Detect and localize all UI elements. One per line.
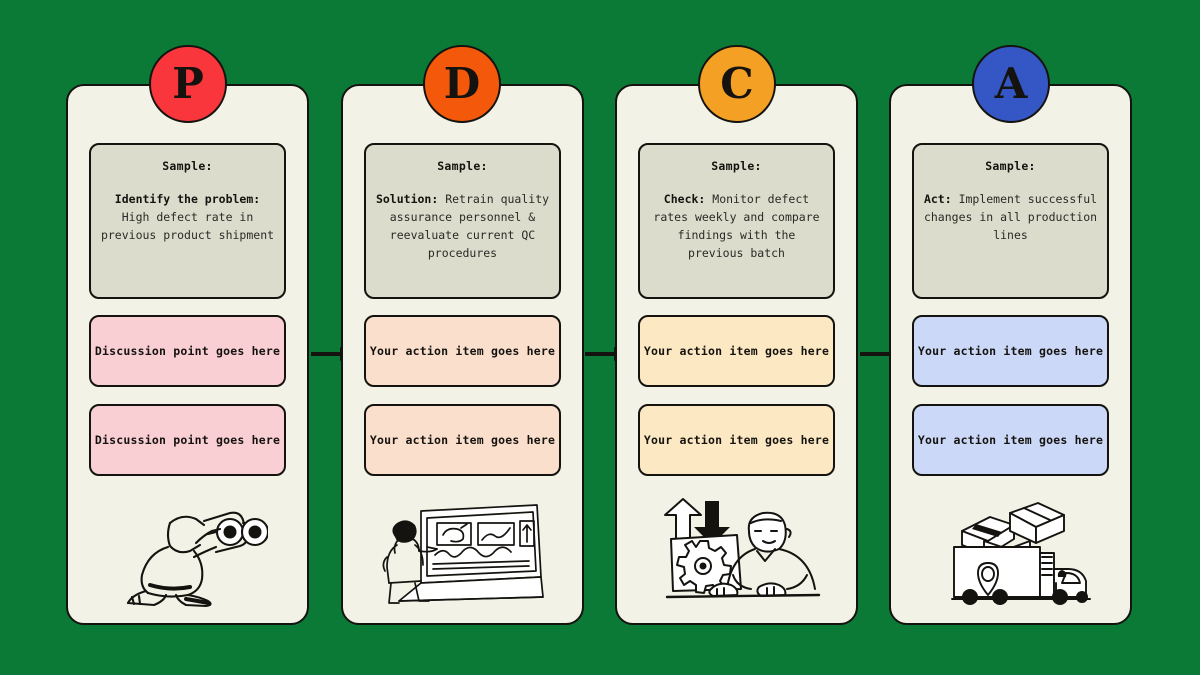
sample-box: Sample: Act: Implement successful change… bbox=[912, 143, 1109, 299]
action-item-box[interactable]: Your action item goes here bbox=[912, 404, 1109, 476]
stage-badge-letter: A bbox=[994, 59, 1028, 108]
sample-box: Sample: Check: Monitor defect rates week… bbox=[638, 143, 835, 299]
delivery-truck-with-boxes-icon bbox=[916, 491, 1106, 609]
action-item-box[interactable]: Discussion point goes here bbox=[89, 315, 286, 387]
action-item-box[interactable]: Your action item goes here bbox=[638, 404, 835, 476]
pdca-diagram-board: P Sample: Identify the problem: High def… bbox=[0, 0, 1200, 675]
stage-badge-d[interactable]: D bbox=[423, 45, 501, 123]
sample-body: Act: Implement successful changes in all… bbox=[922, 190, 1099, 244]
stage-column-c: Sample: Check: Monitor defect rates week… bbox=[615, 84, 858, 625]
sample-label: Act: bbox=[923, 192, 952, 206]
sample-title: Sample: bbox=[437, 159, 488, 173]
stage-badge-letter: D bbox=[443, 59, 481, 108]
stage-badge-c[interactable]: C bbox=[698, 45, 776, 123]
pdca-columns: P Sample: Identify the problem: High def… bbox=[0, 0, 1200, 675]
action-item-box[interactable]: Discussion point goes here bbox=[89, 404, 286, 476]
action-item-box[interactable]: Your action item goes here bbox=[364, 404, 561, 476]
stage-badge-letter: C bbox=[720, 59, 754, 108]
stage-badge-letter: P bbox=[172, 59, 204, 108]
sample-box: Sample: Identify the problem: High defec… bbox=[89, 143, 286, 299]
sample-title: Sample: bbox=[985, 159, 1036, 173]
sample-box: Sample: Solution: Retrain quality assura… bbox=[364, 143, 561, 299]
sample-label: Check: bbox=[663, 192, 706, 206]
sample-title: Sample: bbox=[711, 159, 762, 173]
stage-column-d: Sample: Solution: Retrain quality assura… bbox=[341, 84, 584, 625]
sample-body: Check: Monitor defect rates weekly and c… bbox=[648, 190, 825, 262]
sample-label: Identify the problem: bbox=[114, 192, 261, 206]
person-at-computer-with-gear-icon bbox=[642, 491, 832, 609]
stage-badge-a[interactable]: A bbox=[972, 45, 1050, 123]
sample-title: Sample: bbox=[162, 159, 213, 173]
sample-body: Solution: Retrain quality assurance pers… bbox=[374, 190, 551, 262]
action-item-box[interactable]: Your action item goes here bbox=[364, 315, 561, 387]
sample-label: Solution: bbox=[375, 192, 439, 206]
stage-column-p: Sample: Identify the problem: High defec… bbox=[66, 84, 309, 625]
sample-body: Identify the problem: High defect rate i… bbox=[99, 190, 276, 244]
action-item-box[interactable]: Your action item goes here bbox=[912, 315, 1109, 387]
stage-badge-p[interactable]: P bbox=[149, 45, 227, 123]
stage-column-a: Sample: Act: Implement successful change… bbox=[889, 84, 1132, 625]
action-item-box[interactable]: Your action item goes here bbox=[638, 315, 835, 387]
person-at-laptop-presentation-icon bbox=[368, 491, 558, 609]
person-with-binoculars-icon bbox=[93, 491, 283, 609]
sample-text: High defect rate in previous product shi… bbox=[100, 210, 275, 242]
